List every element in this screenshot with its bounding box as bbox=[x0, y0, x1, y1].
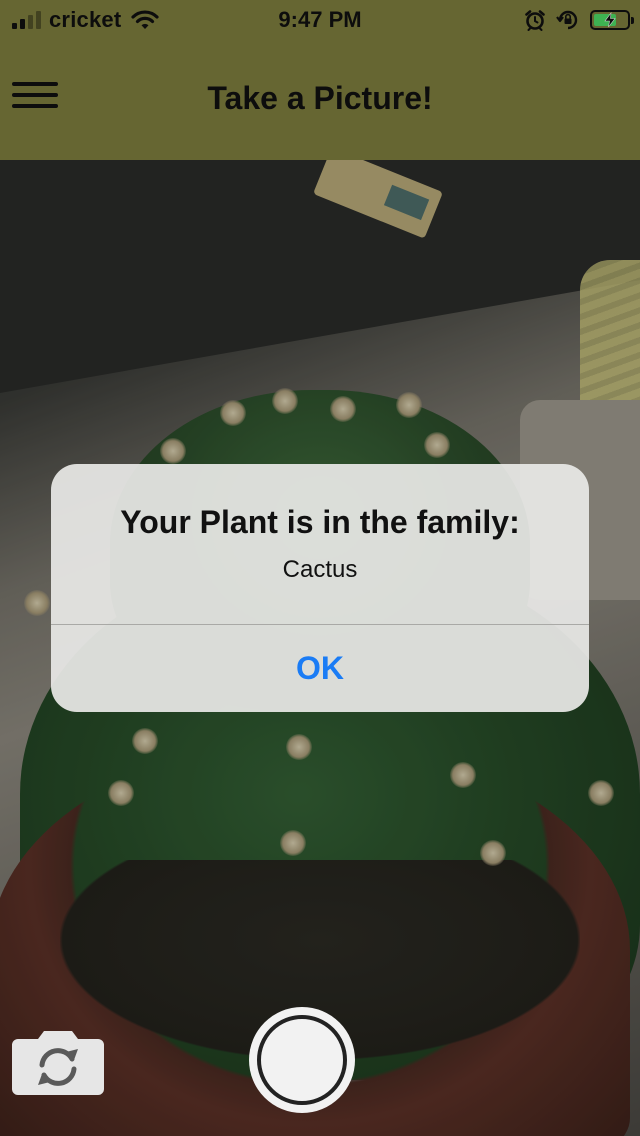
ok-button[interactable]: OK bbox=[51, 625, 589, 712]
alert-message: Cactus bbox=[282, 556, 358, 583]
alert-title: Your Plant is in the family: bbox=[120, 504, 520, 540]
result-alert: Your Plant is in the family: Cactus OK bbox=[51, 464, 589, 712]
switch-camera-icon[interactable] bbox=[10, 1025, 106, 1097]
app-screen: cricket 9:47 PM Take a Picture! Your Pla… bbox=[0, 0, 640, 1136]
shutter-button[interactable] bbox=[249, 1007, 355, 1113]
shutter-ring bbox=[257, 1015, 347, 1105]
